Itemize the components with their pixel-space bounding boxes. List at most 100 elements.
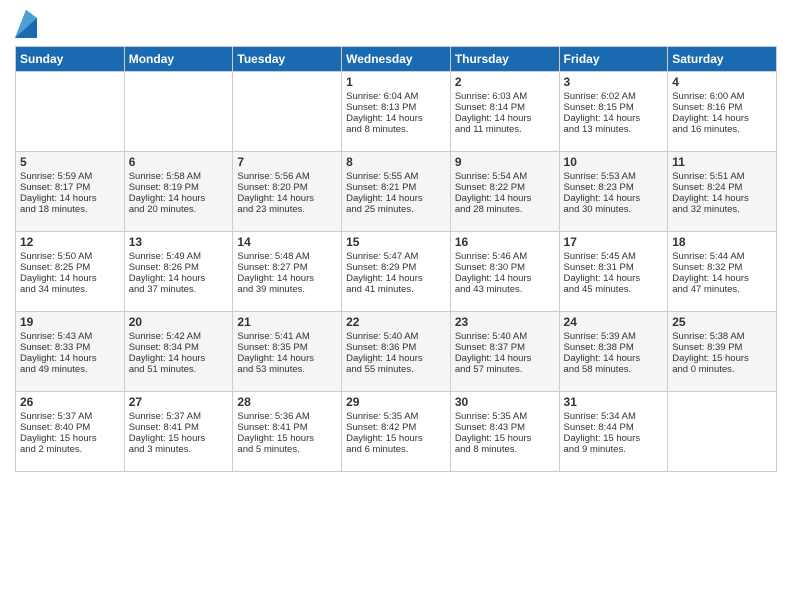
day-header-monday: Monday xyxy=(124,47,233,72)
calendar-cell: 26Sunrise: 5:37 AMSunset: 8:40 PMDayligh… xyxy=(16,392,125,472)
cell-text: Sunrise: 5:58 AM xyxy=(129,171,229,182)
cell-text: Daylight: 14 hours xyxy=(455,193,555,204)
cell-text: and 18 minutes. xyxy=(20,204,120,215)
day-number: 20 xyxy=(129,315,229,329)
cell-text: Sunset: 8:20 PM xyxy=(237,182,337,193)
day-number: 1 xyxy=(346,75,446,89)
cell-text: Sunrise: 5:37 AM xyxy=(20,411,120,422)
cell-text: Daylight: 14 hours xyxy=(564,353,664,364)
day-number: 2 xyxy=(455,75,555,89)
day-number: 12 xyxy=(20,235,120,249)
cell-text: Daylight: 14 hours xyxy=(20,193,120,204)
day-number: 22 xyxy=(346,315,446,329)
cell-text: Sunrise: 5:56 AM xyxy=(237,171,337,182)
cell-text: and 23 minutes. xyxy=(237,204,337,215)
cell-text: and 3 minutes. xyxy=(129,444,229,455)
day-header-saturday: Saturday xyxy=(668,47,777,72)
calendar-cell: 30Sunrise: 5:35 AMSunset: 8:43 PMDayligh… xyxy=(450,392,559,472)
cell-text: Sunset: 8:25 PM xyxy=(20,262,120,273)
cell-text: and 49 minutes. xyxy=(20,364,120,375)
day-number: 17 xyxy=(564,235,664,249)
cell-text: Sunset: 8:34 PM xyxy=(129,342,229,353)
cell-text: Sunrise: 5:59 AM xyxy=(20,171,120,182)
cell-text: Sunset: 8:27 PM xyxy=(237,262,337,273)
day-header-wednesday: Wednesday xyxy=(342,47,451,72)
cell-text: and 53 minutes. xyxy=(237,364,337,375)
cell-text: Sunrise: 5:55 AM xyxy=(346,171,446,182)
calendar-cell: 4Sunrise: 6:00 AMSunset: 8:16 PMDaylight… xyxy=(668,72,777,152)
cell-text: Daylight: 14 hours xyxy=(455,113,555,124)
calendar-cell: 3Sunrise: 6:02 AMSunset: 8:15 PMDaylight… xyxy=(559,72,668,152)
cell-text: and 32 minutes. xyxy=(672,204,772,215)
cell-text: and 47 minutes. xyxy=(672,284,772,295)
cell-text: Sunset: 8:35 PM xyxy=(237,342,337,353)
cell-text: Sunrise: 5:35 AM xyxy=(455,411,555,422)
day-number: 11 xyxy=(672,155,772,169)
cell-text: Daylight: 14 hours xyxy=(455,353,555,364)
cell-text: Daylight: 14 hours xyxy=(672,273,772,284)
cell-text: Sunrise: 5:40 AM xyxy=(346,331,446,342)
header-row: SundayMondayTuesdayWednesdayThursdayFrid… xyxy=(16,47,777,72)
day-number: 5 xyxy=(20,155,120,169)
calendar-cell: 21Sunrise: 5:41 AMSunset: 8:35 PMDayligh… xyxy=(233,312,342,392)
cell-text: and 13 minutes. xyxy=(564,124,664,135)
cell-text: Sunset: 8:21 PM xyxy=(346,182,446,193)
cell-text: and 45 minutes. xyxy=(564,284,664,295)
day-number: 28 xyxy=(237,395,337,409)
cell-text: Sunrise: 5:51 AM xyxy=(672,171,772,182)
day-number: 7 xyxy=(237,155,337,169)
cell-text: Sunrise: 5:34 AM xyxy=(564,411,664,422)
cell-text: and 55 minutes. xyxy=(346,364,446,375)
cell-text: Sunrise: 6:04 AM xyxy=(346,91,446,102)
calendar-cell: 25Sunrise: 5:38 AMSunset: 8:39 PMDayligh… xyxy=(668,312,777,392)
cell-text: and 11 minutes. xyxy=(455,124,555,135)
cell-text: Sunset: 8:40 PM xyxy=(20,422,120,433)
day-number: 8 xyxy=(346,155,446,169)
cell-text: Sunset: 8:41 PM xyxy=(129,422,229,433)
day-number: 29 xyxy=(346,395,446,409)
cell-text: Sunset: 8:30 PM xyxy=(455,262,555,273)
day-number: 16 xyxy=(455,235,555,249)
calendar-cell: 7 Sunrise: 5:56 AMSunset: 8:20 PMDaylight… xyxy=(233,152,342,232)
cell-text: and 28 minutes. xyxy=(455,204,555,215)
cell-text: Sunrise: 5:44 AM xyxy=(672,251,772,262)
calendar-cell xyxy=(233,72,342,152)
cell-text: and 2 minutes. xyxy=(20,444,120,455)
cell-text: Sunset: 8:23 PM xyxy=(564,182,664,193)
week-row-1: 1Sunrise: 6:04 AMSunset: 8:13 PMDaylight… xyxy=(16,72,777,152)
cell-text: and 37 minutes. xyxy=(129,284,229,295)
cell-text: Sunset: 8:44 PM xyxy=(564,422,664,433)
calendar-cell: 11Sunrise: 5:51 AMSunset: 8:24 PMDayligh… xyxy=(668,152,777,232)
cell-text: Sunrise: 5:39 AM xyxy=(564,331,664,342)
day-number: 18 xyxy=(672,235,772,249)
day-number: 31 xyxy=(564,395,664,409)
calendar-cell: 5Sunrise: 5:59 AMSunset: 8:17 PMDaylight… xyxy=(16,152,125,232)
day-number: 25 xyxy=(672,315,772,329)
cell-text: Sunset: 8:14 PM xyxy=(455,102,555,113)
cell-text: Daylight: 14 hours xyxy=(564,193,664,204)
day-number: 10 xyxy=(564,155,664,169)
calendar-cell: 6Sunrise: 5:58 AMSunset: 8:19 PMDaylight… xyxy=(124,152,233,232)
cell-text: Sunrise: 5:41 AM xyxy=(237,331,337,342)
cell-text: Sunset: 8:43 PM xyxy=(455,422,555,433)
cell-text: Sunset: 8:33 PM xyxy=(20,342,120,353)
calendar-cell: 28Sunrise: 5:36 AMSunset: 8:41 PMDayligh… xyxy=(233,392,342,472)
calendar-cell: 23Sunrise: 5:40 AMSunset: 8:37 PMDayligh… xyxy=(450,312,559,392)
cell-text: and 30 minutes. xyxy=(564,204,664,215)
calendar-cell: 31Sunrise: 5:34 AMSunset: 8:44 PMDayligh… xyxy=(559,392,668,472)
calendar-cell: 20Sunrise: 5:42 AMSunset: 8:34 PMDayligh… xyxy=(124,312,233,392)
day-number: 6 xyxy=(129,155,229,169)
cell-text: Daylight: 15 hours xyxy=(20,433,120,444)
cell-text: Daylight: 15 hours xyxy=(455,433,555,444)
day-number: 23 xyxy=(455,315,555,329)
cell-text: Sunrise: 5:54 AM xyxy=(455,171,555,182)
cell-text: Sunset: 8:42 PM xyxy=(346,422,446,433)
cell-text: Sunrise: 5:42 AM xyxy=(129,331,229,342)
cell-text: Sunset: 8:16 PM xyxy=(672,102,772,113)
calendar-cell: 13Sunrise: 5:49 AMSunset: 8:26 PMDayligh… xyxy=(124,232,233,312)
cell-text: Daylight: 14 hours xyxy=(129,273,229,284)
cell-text: Daylight: 14 hours xyxy=(237,193,337,204)
cell-text: Sunrise: 5:40 AM xyxy=(455,331,555,342)
calendar-cell: 8Sunrise: 5:55 AMSunset: 8:21 PMDaylight… xyxy=(342,152,451,232)
cell-text: and 41 minutes. xyxy=(346,284,446,295)
